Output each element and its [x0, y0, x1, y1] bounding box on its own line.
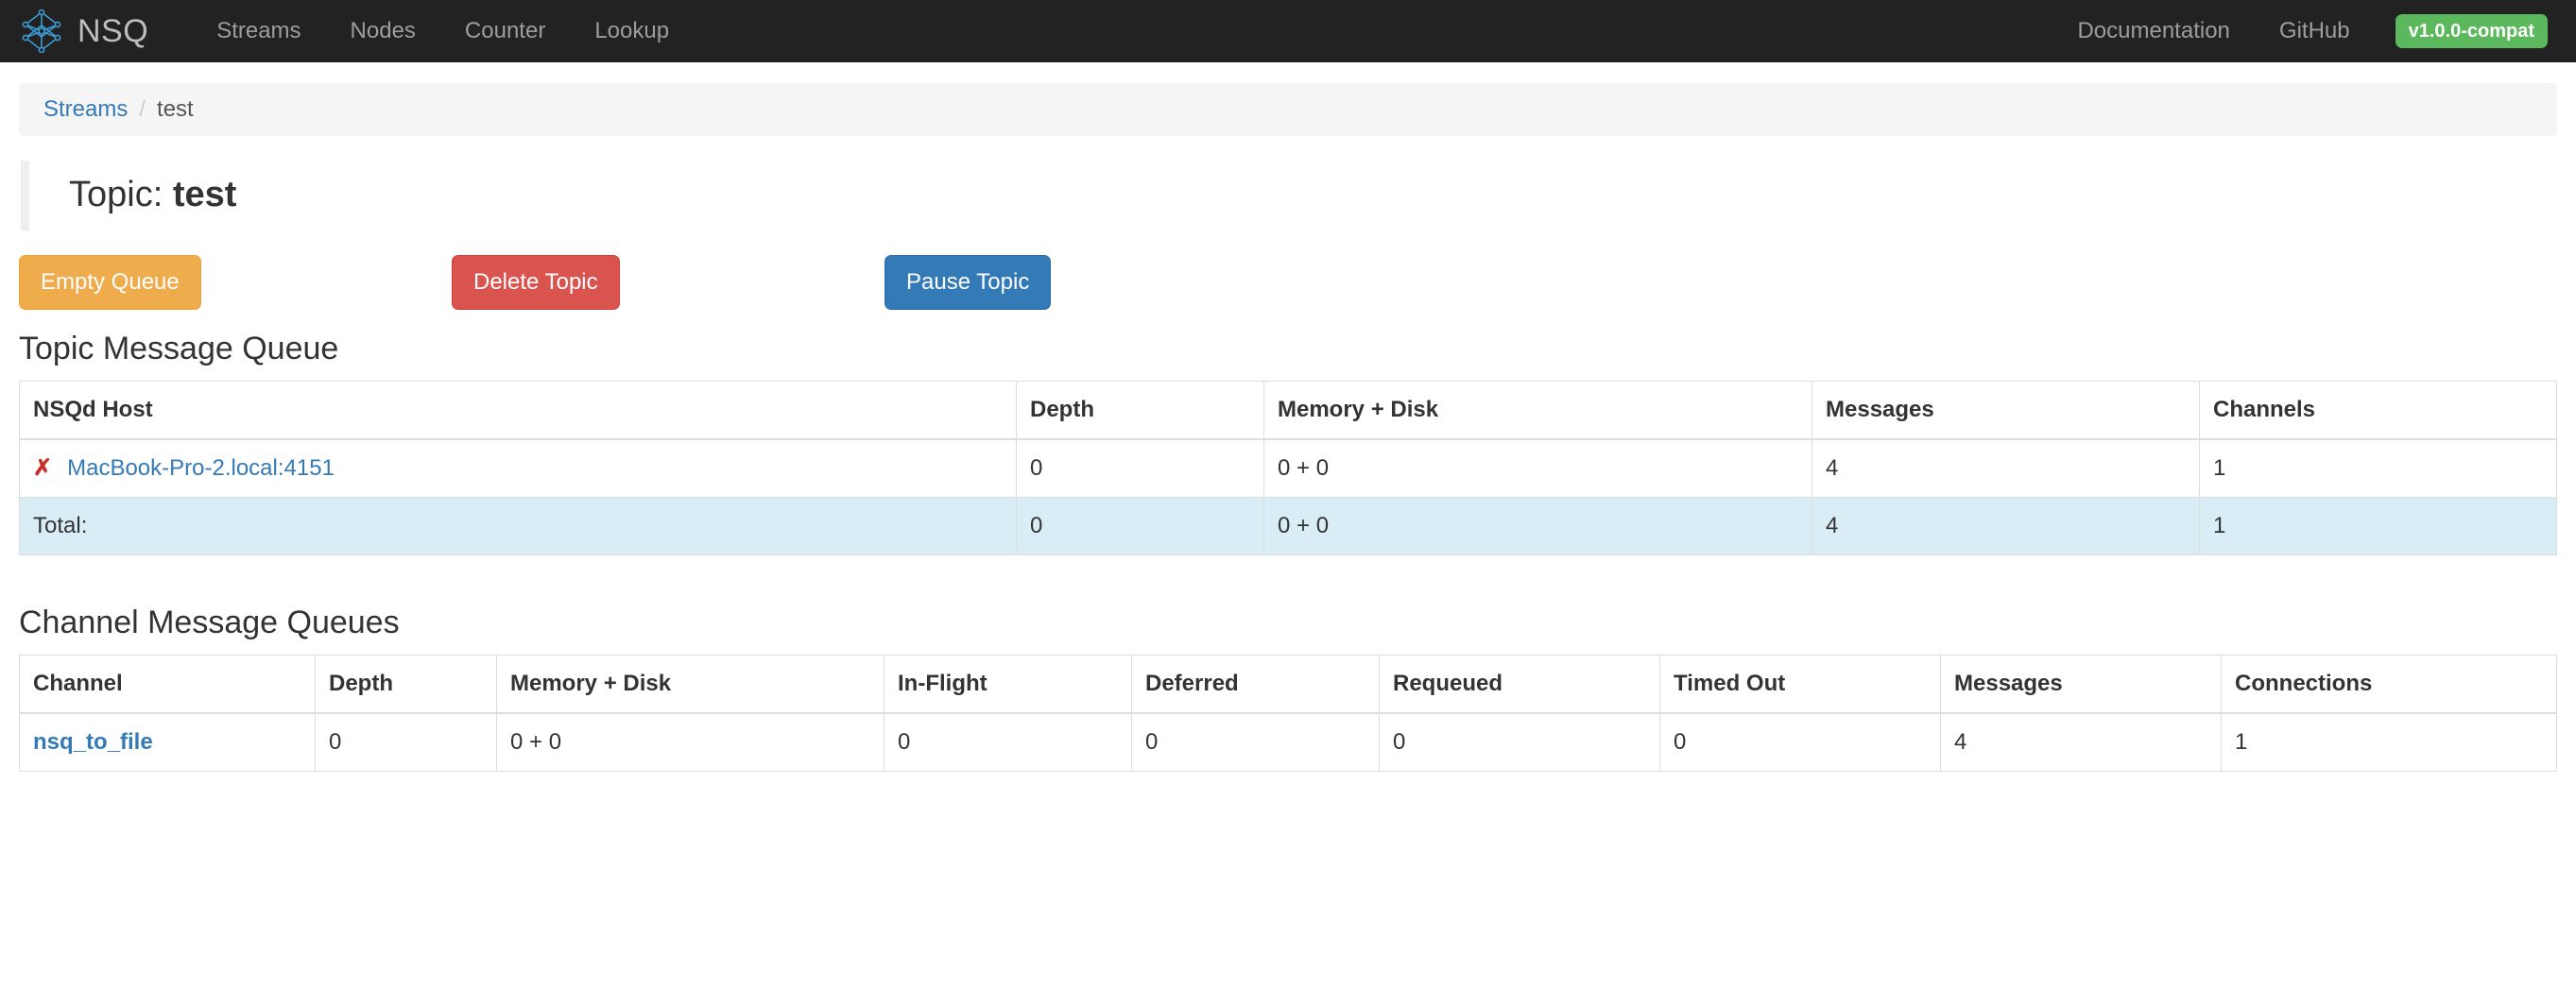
- cell-depth: 0: [315, 712, 497, 772]
- secondary-nav: Documentation GitHub v1.0.0-compat: [2052, 0, 2576, 62]
- column-header-depth: Depth: [1016, 381, 1264, 440]
- column-header-connections: Connections: [2221, 655, 2557, 714]
- cell-nsqd-host: ✗ MacBook-Pro-2.local:4151: [19, 438, 1017, 498]
- brand-label: NSQ: [77, 13, 149, 49]
- table-row: nsq_to_file 0 0 + 0 0 0 0 0 4 1: [19, 712, 2557, 772]
- nav-item-lookup[interactable]: Lookup: [570, 0, 694, 62]
- primary-nav: Streams Nodes Counter Lookup: [192, 0, 694, 62]
- nav-item-streams[interactable]: Streams: [192, 0, 325, 62]
- breadcrumb-separator: /: [139, 96, 146, 122]
- column-header-channel: Channel: [19, 655, 316, 714]
- cell-total-channels: 1: [2199, 496, 2557, 555]
- breadcrumb: Streams / test: [19, 83, 2557, 136]
- cell-channels: 1: [2199, 438, 2557, 498]
- cell-total-depth: 0: [1016, 496, 1264, 555]
- delete-topic-button[interactable]: Delete Topic: [452, 254, 620, 310]
- channel-link[interactable]: nsq_to_file: [33, 729, 153, 755]
- column-header-memory-disk: Memory + Disk: [1263, 381, 1812, 440]
- cell-requeued: 0: [1379, 712, 1660, 772]
- table-total-row: Total: 0 0 + 0 4 1: [19, 496, 2557, 555]
- cell-memory-disk: 0 + 0: [496, 712, 884, 772]
- cell-messages: 4: [1812, 438, 2200, 498]
- cross-icon: ✗: [33, 454, 53, 481]
- column-header-messages: Messages: [1812, 381, 2200, 440]
- brand-home-link[interactable]: NSQ: [17, 9, 148, 53]
- topic-message-queue-section: Topic Message Queue NSQd Host Depth Memo…: [0, 331, 2576, 555]
- breadcrumb-item-streams[interactable]: Streams: [43, 96, 128, 123]
- page-title-prefix: Topic:: [69, 175, 163, 214]
- cell-memory-disk: 0 + 0: [1263, 438, 1812, 498]
- channel-message-queues-table: Channel Depth Memory + Disk In-Flight De…: [19, 654, 2557, 772]
- page-header: Topic: test: [21, 161, 2576, 230]
- channel-queues-heading: Channel Message Queues: [19, 604, 400, 640]
- topic-actions: Empty Queue Delete Topic Pause Topic: [0, 254, 2576, 310]
- nav-item-counter[interactable]: Counter: [440, 0, 570, 62]
- cell-messages: 4: [1940, 712, 2222, 772]
- column-header-depth: Depth: [315, 655, 497, 714]
- cell-channel: nsq_to_file: [19, 712, 316, 772]
- table-header-row: NSQd Host Depth Memory + Disk Messages C…: [19, 381, 2557, 440]
- top-navbar: NSQ Streams Nodes Counter Lookup Documen…: [0, 0, 2576, 62]
- empty-queue-button[interactable]: Empty Queue: [19, 254, 201, 310]
- column-header-channels: Channels: [2199, 381, 2557, 440]
- column-header-messages: Messages: [1940, 655, 2222, 714]
- cell-timed-out: 0: [1659, 712, 1941, 772]
- nav-item-github[interactable]: GitHub: [2255, 0, 2375, 62]
- nav-item-nodes[interactable]: Nodes: [326, 0, 440, 62]
- column-header-in-flight: In-Flight: [884, 655, 1132, 714]
- nsqd-host-link[interactable]: MacBook-Pro-2.local:4151: [67, 455, 335, 482]
- version-badge: v1.0.0-compat: [2395, 14, 2548, 48]
- pause-topic-button[interactable]: Pause Topic: [884, 254, 1052, 310]
- column-header-requeued: Requeued: [1379, 655, 1660, 714]
- table-header-row: Channel Depth Memory + Disk In-Flight De…: [19, 655, 2557, 714]
- breadcrumb-container: Streams / test: [0, 62, 2576, 136]
- column-header-nsqd-host: NSQd Host: [19, 381, 1017, 440]
- nav-item-documentation[interactable]: Documentation: [2052, 0, 2254, 62]
- page-title: Topic: test: [69, 175, 2576, 215]
- column-header-memory-disk: Memory + Disk: [496, 655, 884, 714]
- cell-total-messages: 4: [1812, 496, 2200, 555]
- cell-in-flight: 0: [884, 712, 1132, 772]
- column-header-deferred: Deferred: [1131, 655, 1380, 714]
- table-row: ✗ MacBook-Pro-2.local:4151 0 0 + 0 4 1: [19, 438, 2557, 498]
- nsq-diamond-logo-icon: [17, 9, 66, 53]
- cell-deferred: 0: [1131, 712, 1380, 772]
- topic-message-queue-table: NSQd Host Depth Memory + Disk Messages C…: [19, 380, 2557, 555]
- cell-connections: 1: [2221, 712, 2557, 772]
- cell-total-memory-disk: 0 + 0: [1263, 496, 1812, 555]
- page-title-value: test: [172, 175, 237, 214]
- cell-depth: 0: [1016, 438, 1264, 498]
- cell-total-label: Total:: [19, 496, 1017, 555]
- column-header-timed-out: Timed Out: [1659, 655, 1941, 714]
- channel-message-queues-section: Channel Message Queues Channel Depth Mem…: [0, 605, 2576, 772]
- breadcrumb-item-current: test: [157, 96, 194, 122]
- topic-queue-heading: Topic Message Queue: [19, 330, 339, 366]
